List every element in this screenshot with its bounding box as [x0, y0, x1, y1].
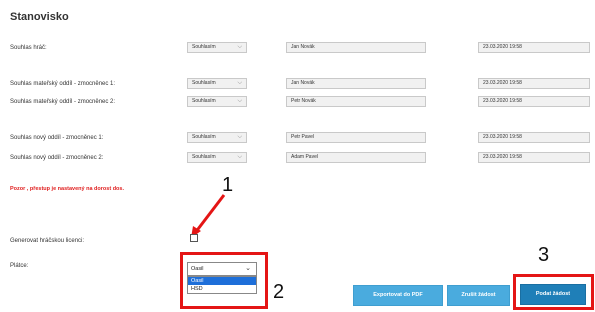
status-select-new-club-1[interactable]: Souhlasím ⌵: [187, 132, 247, 143]
datetime-field-parent-club-1[interactable]: 23.03.2020 19:58: [478, 78, 590, 89]
status-value: Souhlasím: [192, 80, 216, 86]
cancel-request-button[interactable]: Zrušit žádost: [447, 285, 510, 306]
row-label-new-club-1: Souhlas nový oddíl - zmocněnec 1:: [10, 135, 104, 141]
payer-option[interactable]: HSD: [188, 285, 256, 293]
payer-select[interactable]: Oasil ⌄: [187, 262, 257, 276]
name-field-new-club-2[interactable]: Adam Pavel: [286, 152, 426, 163]
status-select-parent-club-1[interactable]: Souhlasím ⌵: [187, 78, 247, 89]
submit-request-button[interactable]: Podat žádost: [520, 284, 586, 305]
name-field-player[interactable]: Jan Novák: [286, 42, 426, 53]
row-label-parent-club-2: Souhlas mateřský oddíl - zmocněnec 2:: [10, 99, 116, 105]
transfer-warning: Pozor , přestup je nastavený na dorost d…: [10, 186, 124, 192]
status-value: Souhlasím: [192, 98, 216, 104]
status-value: Souhlasím: [192, 134, 216, 140]
row-label-new-club-2: Souhlas nový oddíl - zmocněnec 2:: [10, 155, 104, 161]
status-value: Souhlasím: [192, 154, 216, 160]
status-select-player[interactable]: Souhlasím ⌵: [187, 42, 247, 53]
name-field-parent-club-1[interactable]: Jan Novák: [286, 78, 426, 89]
license-checkbox[interactable]: [190, 234, 198, 242]
row-label-player: Souhlas hráč:: [10, 45, 47, 51]
name-field-new-club-1[interactable]: Petr Pavel: [286, 132, 426, 143]
chevron-down-icon: ⌵: [237, 154, 242, 160]
chevron-down-icon: ⌵: [237, 134, 242, 140]
datetime-field-new-club-1[interactable]: 23.03.2020 19:58: [478, 132, 590, 143]
chevron-down-icon: ⌵: [237, 98, 242, 104]
payer-label: Plátce:: [10, 263, 29, 269]
chevron-down-icon: ⌵: [237, 80, 242, 86]
payer-option[interactable]: Oasil: [188, 277, 256, 285]
datetime-field-parent-club-2[interactable]: 23.03.2020 19:58: [478, 96, 590, 107]
license-label: Generovat hráčskou licenci:: [10, 238, 85, 244]
datetime-field-new-club-2[interactable]: 23.03.2020 19:58: [478, 152, 590, 163]
chevron-down-icon: ⌵: [237, 44, 242, 50]
export-pdf-button[interactable]: Exportovat do PDF: [353, 285, 443, 306]
datetime-field-player[interactable]: 23.03.2020 19:58: [478, 42, 590, 53]
row-label-parent-club-1: Souhlas mateřský oddíl - zmocněnec 1:: [10, 81, 116, 87]
status-select-parent-club-2[interactable]: Souhlasím ⌵: [187, 96, 247, 107]
page-title: Stanovisko: [10, 11, 69, 23]
status-value: Souhlasím: [192, 44, 216, 50]
callout-number-3: 3: [538, 244, 550, 266]
chevron-down-icon: ⌄: [245, 265, 251, 272]
payer-select-value: Oasil: [191, 266, 204, 272]
payer-dropdown-list: Oasil HSD: [187, 276, 257, 294]
name-field-parent-club-2[interactable]: Petr Novák: [286, 96, 426, 107]
callout-number-2: 2: [273, 281, 285, 303]
status-select-new-club-2[interactable]: Souhlasím ⌵: [187, 152, 247, 163]
callout-arrow-icon: [191, 194, 226, 238]
